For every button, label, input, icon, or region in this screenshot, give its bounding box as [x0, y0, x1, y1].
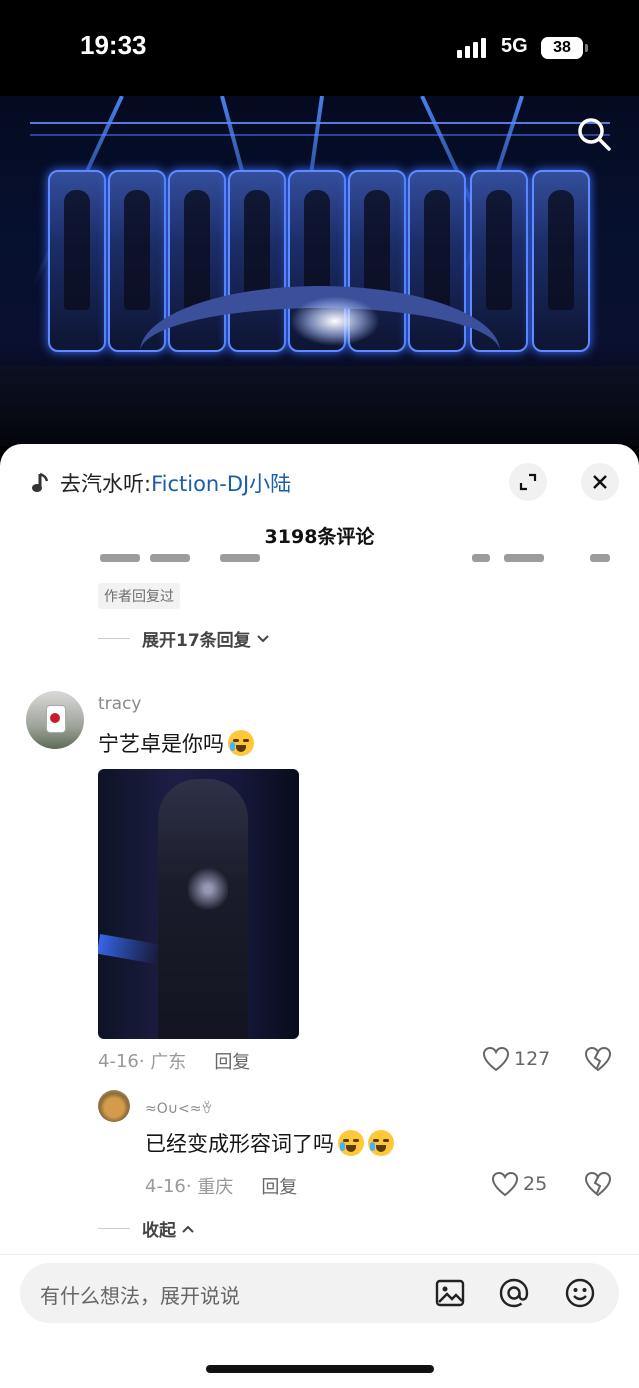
reply-date: 4-16 [145, 1175, 186, 1197]
comment-meta: 4-16 · 广东 回复 [98, 1048, 250, 1074]
comment-text: 宁艺卓是你吗 [98, 728, 254, 758]
network-type: 5G [501, 35, 528, 57]
search-icon[interactable] [574, 114, 614, 154]
laugh-cry-emoji-icon [228, 730, 254, 756]
song-title[interactable]: Fiction-DJ小陆 [151, 468, 291, 498]
expand-icon [519, 473, 537, 491]
close-button[interactable] [581, 463, 619, 501]
music-note-icon [32, 472, 49, 492]
reply-meta: 4-16 · 重庆 回复 [145, 1173, 297, 1199]
close-icon [593, 475, 607, 489]
battery-tip [585, 44, 588, 52]
home-indicator[interactable] [206, 1365, 434, 1373]
battery-icon: 38 [541, 37, 583, 59]
broken-heart-icon[interactable] [584, 1171, 612, 1197]
status-bar: 19:33 5G 38 [0, 0, 639, 96]
comment-input[interactable]: 有什么想法，展开说说 [20, 1263, 619, 1323]
stage-light [290, 296, 380, 346]
crying-emoji-icon [338, 1130, 364, 1156]
divider-line [98, 638, 130, 639]
music-link[interactable]: 去汽水听: Fiction-DJ小陆 [30, 468, 291, 498]
emoji-icon[interactable] [564, 1277, 596, 1309]
comment-date: 4-16 [98, 1050, 139, 1072]
chevron-up-icon [182, 1225, 194, 1233]
stage-screen [532, 170, 590, 352]
divider-line [98, 1228, 130, 1229]
comment-sheet: 去汽水听: Fiction-DJ小陆 3198条评论 作者回复过 展开17条回复… [0, 444, 639, 1388]
heart-icon [482, 1046, 510, 1072]
reply-username[interactable]: ≈O∪<≈ꈊ [145, 1099, 212, 1117]
video-player[interactable] [0, 96, 639, 446]
heart-icon [491, 1171, 519, 1197]
clipped-comment-meta [100, 554, 610, 568]
expand-replies-label: 展开17条回复 [142, 631, 251, 651]
stage-screen [48, 170, 106, 352]
collapse-replies-button[interactable]: 收起 [98, 1216, 195, 1241]
crowd [0, 366, 639, 446]
signal-icon [457, 38, 491, 58]
collapse-label: 收起 [142, 1221, 176, 1241]
input-placeholder: 有什么想法，展开说说 [40, 1284, 240, 1308]
reply-text: 已经变成形容词了吗 [145, 1128, 394, 1158]
music-prefix: 去汽水听: [60, 472, 152, 496]
like-button[interactable]: 127 [482, 1046, 550, 1072]
avatar[interactable] [26, 691, 84, 749]
reply-like-count: 25 [523, 1173, 548, 1195]
reply-button[interactable]: 回复 [214, 1048, 250, 1074]
comment-input-bar: 有什么想法，展开说说 [0, 1254, 639, 1388]
reply-reply-button[interactable]: 回复 [261, 1173, 297, 1199]
status-time: 19:33 [80, 30, 147, 60]
expand-replies-button[interactable]: 展开17条回复 [98, 626, 270, 651]
author-replied-tag: 作者回复过 [98, 583, 180, 609]
comment-image[interactable] [98, 769, 299, 1039]
reply-location: 重庆 [197, 1177, 234, 1198]
crying-emoji-icon [368, 1130, 394, 1156]
image-icon[interactable] [434, 1277, 466, 1309]
comment-location: 广东 [150, 1052, 187, 1073]
expand-button[interactable] [509, 463, 547, 501]
chevron-down-icon [256, 634, 269, 642]
like-count: 127 [514, 1048, 551, 1070]
comment-count-title: 3198条评论 [264, 526, 375, 548]
reply-body: 已经变成形容词了吗 [145, 1132, 334, 1156]
comment-body: 宁艺卓是你吗 [98, 732, 224, 756]
comment-username[interactable]: tracy [98, 694, 141, 714]
at-icon[interactable] [498, 1277, 530, 1309]
reply-avatar[interactable] [98, 1090, 130, 1122]
reply-like-button[interactable]: 25 [491, 1171, 547, 1197]
broken-heart-icon[interactable] [584, 1046, 612, 1072]
